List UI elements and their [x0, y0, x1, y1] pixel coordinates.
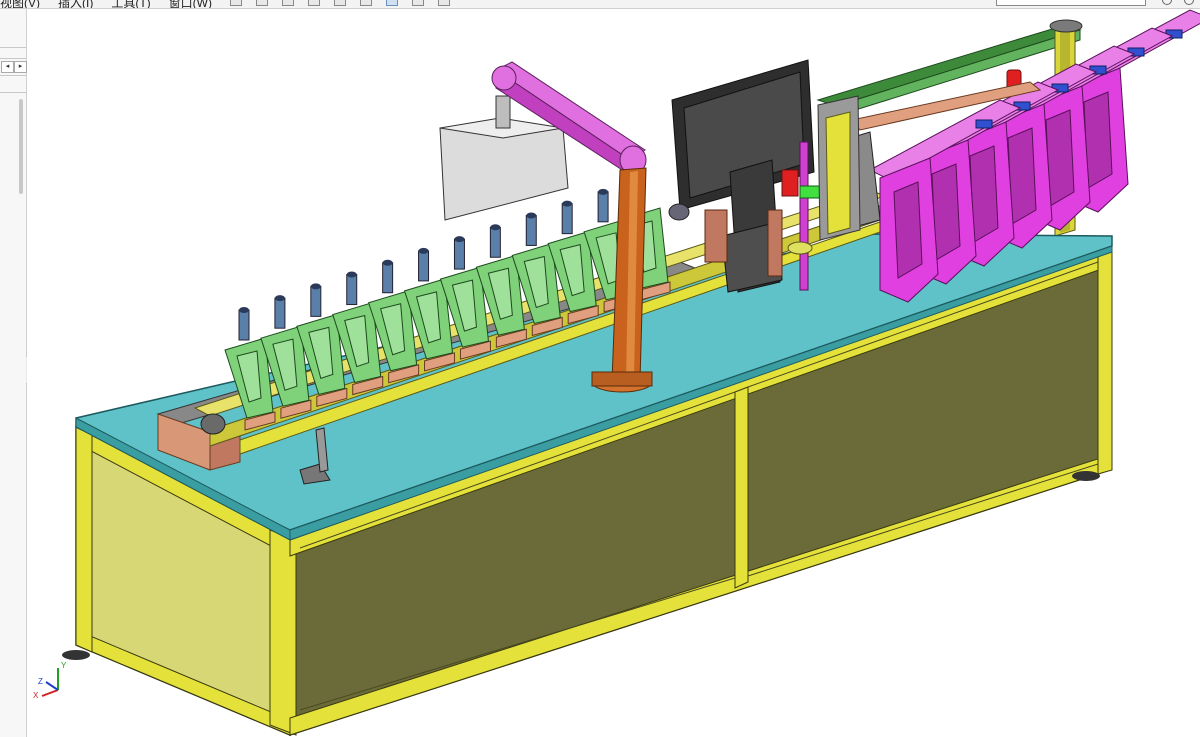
rebuild-icon[interactable]	[412, 0, 424, 6]
open-icon[interactable]	[256, 0, 268, 6]
top-toolbar: 视图(V) 插入(I) 工具(T) 窗口(W)	[0, 0, 1200, 9]
menu-bar: 视图(V) 插入(I) 工具(T) 窗口(W)	[0, 0, 212, 8]
save-icon[interactable]	[282, 0, 294, 6]
window-controls	[1162, 0, 1194, 5]
panel-scroll-arrows: ◂ ▸	[1, 61, 27, 73]
menu-view[interactable]: 视图(V)	[0, 0, 40, 8]
panel-divider	[0, 92, 26, 93]
redo-icon[interactable]	[360, 0, 372, 6]
panel-scrollbar[interactable]	[19, 99, 23, 194]
new-icon[interactable]	[230, 0, 242, 6]
print-icon[interactable]	[308, 0, 320, 6]
panel-divider	[0, 75, 26, 76]
help-icon[interactable]	[1162, 0, 1172, 5]
feature-manager-panel: ◂ ▸	[0, 9, 27, 737]
settings-icon[interactable]	[1184, 0, 1194, 5]
graphics-area[interactable]: Y X Z	[27, 9, 1200, 737]
standard-toolbar	[230, 0, 450, 6]
undo-icon[interactable]	[334, 0, 346, 6]
menu-tools[interactable]: 工具(T)	[111, 0, 150, 8]
triad-y-label: Y	[61, 661, 67, 670]
scroll-right-button[interactable]: ▸	[14, 61, 27, 73]
options-icon[interactable]	[438, 0, 450, 6]
menu-insert[interactable]: 插入(I)	[58, 0, 93, 8]
triad-z-label: Z	[38, 677, 43, 686]
search-input[interactable]	[996, 0, 1146, 6]
scroll-left-button[interactable]: ◂	[1, 61, 14, 73]
panel-tabs[interactable]	[0, 47, 26, 59]
triad-x-label: X	[33, 691, 39, 700]
menu-window[interactable]: 窗口(W)	[169, 0, 212, 8]
select-icon[interactable]	[386, 0, 398, 6]
